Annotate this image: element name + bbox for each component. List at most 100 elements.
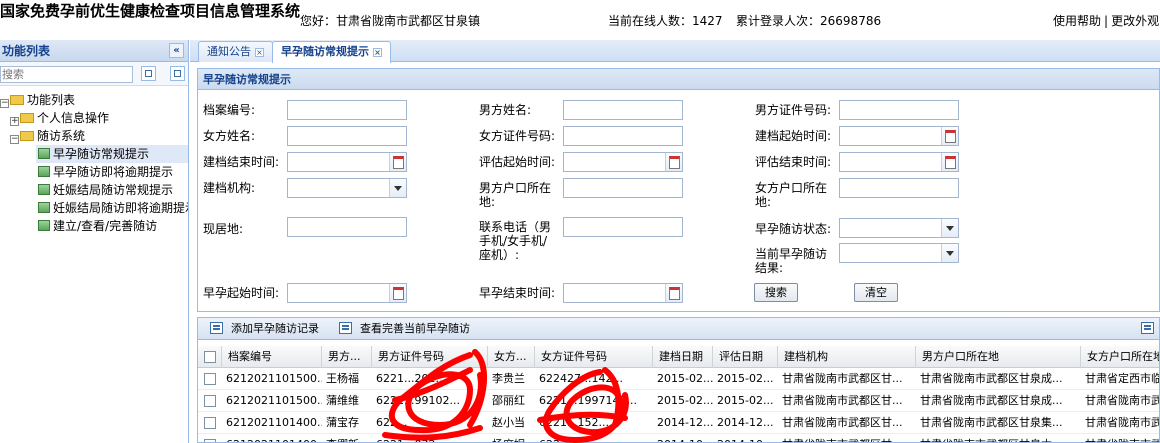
login-count-text: 累计登录人次：26698786 <box>736 12 881 29</box>
tree-item-outcome-routine[interactable]: 妊娠结局随访常规提示 <box>38 181 173 199</box>
cell: 6212021101500... <box>226 394 322 407</box>
calendar-icon[interactable] <box>389 153 406 171</box>
header-checkbox-cell[interactable] <box>198 346 222 368</box>
cell: 甘肃省陇南市武 <box>1085 416 1160 429</box>
label-early-start: 早孕起始时间: <box>203 286 280 300</box>
chevron-down-icon[interactable] <box>941 219 958 237</box>
status-select[interactable] <box>839 218 959 238</box>
result-select[interactable] <box>839 243 959 263</box>
add-record-icon[interactable] <box>210 322 223 334</box>
help-link[interactable]: 使用帮助 <box>1053 14 1101 28</box>
calendar-icon[interactable] <box>389 284 406 302</box>
tree-item-early-overdue[interactable]: 早孕随访即将逾期提示 <box>38 163 173 181</box>
label-female-hukou: 女方户口所在地: <box>755 181 828 209</box>
tree-item-manage[interactable]: 建立/查看/完善随访 <box>38 217 157 235</box>
grid-page-icon <box>38 184 50 195</box>
label-file-end: 建档结束时间: <box>203 155 280 169</box>
cell: 赵小当 <box>492 416 525 429</box>
chevron-down-icon[interactable] <box>389 179 406 197</box>
row-checkbox[interactable] <box>204 417 216 429</box>
close-icon[interactable]: × <box>255 48 264 57</box>
col-header[interactable]: 男方... <box>322 346 372 368</box>
cell: 甘肃省陇南市武 <box>1081 434 1159 442</box>
row-checkbox[interactable] <box>204 373 216 385</box>
cell: 2015-02... <box>657 394 713 407</box>
minus-toggle-icon[interactable]: − <box>10 135 19 144</box>
close-icon[interactable]: × <box>373 48 382 57</box>
col-header[interactable]: 建档日期 <box>653 346 713 368</box>
residence-input[interactable] <box>287 217 407 237</box>
sidebar-header: 功能列表 « <box>0 40 188 62</box>
table-row[interactable]: 6212021101500... 蒲维维 6221...99102... 邵丽红… <box>198 390 1159 412</box>
list-icon[interactable] <box>170 66 185 81</box>
clear-button[interactable]: 清空 <box>854 283 898 302</box>
male-id-input[interactable] <box>839 100 959 120</box>
cell: 2015-02... <box>657 372 713 385</box>
sidebar-search-input[interactable] <box>0 66 133 83</box>
male-hukou-input[interactable] <box>563 178 683 198</box>
file-start-date-field[interactable] <box>839 126 959 146</box>
calendar-icon[interactable] <box>941 153 958 171</box>
calendar-icon[interactable] <box>665 284 682 302</box>
grid-page-icon <box>38 202 50 213</box>
phone-input[interactable] <box>563 217 683 237</box>
male-name-input[interactable] <box>563 100 683 120</box>
table-row[interactable]: 6212021101500... 王杨福 6221...202... 李贵兰 6… <box>198 368 1159 390</box>
add-record-button[interactable]: 添加早孕随访记录 <box>231 318 319 340</box>
col-header[interactable]: 男方证件号码 <box>372 346 488 368</box>
row-checkbox[interactable] <box>204 395 216 407</box>
tab-early-routine[interactable]: 早孕随访常规提示 × <box>272 41 391 63</box>
female-id-input[interactable] <box>563 126 683 146</box>
eval-start-date-field[interactable] <box>563 152 683 172</box>
early-end-date-field[interactable] <box>563 283 683 303</box>
file-end-date-field[interactable] <box>287 152 407 172</box>
tree-node-followup[interactable]: − 随访系统 <box>10 127 85 145</box>
tab-notice[interactable]: 通知公告 × <box>198 41 273 62</box>
plus-toggle-icon[interactable]: + <box>10 117 19 126</box>
tree-node-root[interactable]: − 功能列表 <box>0 91 75 109</box>
select-all-checkbox[interactable] <box>204 351 216 363</box>
label-result: 当前早孕随访结果: <box>755 247 828 275</box>
col-header[interactable]: 档案编号 <box>222 346 322 368</box>
cell: 6221...152... <box>539 416 609 429</box>
eval-end-date-field[interactable] <box>839 152 959 172</box>
view-record-icon[interactable] <box>339 322 352 334</box>
early-start-date-field[interactable] <box>287 283 407 303</box>
collapse-sidebar-button[interactable]: « <box>169 43 184 58</box>
change-skin-link[interactable]: 更改外观 <box>1111 14 1159 28</box>
expand-all-icon[interactable] <box>141 66 156 81</box>
calendar-icon[interactable] <box>665 153 682 171</box>
minus-toggle-icon[interactable]: − <box>0 99 9 108</box>
org-select[interactable] <box>287 178 407 198</box>
col-header[interactable]: 女方户口所在地 <box>1081 346 1159 368</box>
table-row[interactable]: 6212021101400... 蒲宝存 622... 赵小当 6221...1… <box>198 412 1160 434</box>
tree-node-personal[interactable]: + 个人信息操作 <box>10 109 109 127</box>
calendar-icon[interactable] <box>941 127 958 145</box>
file-no-input[interactable] <box>287 100 407 120</box>
view-record-button[interactable]: 查看完善当前早孕随访 <box>360 318 470 340</box>
grid-settings-icon[interactable] <box>1141 322 1154 334</box>
folder-icon <box>20 131 34 141</box>
sidebar: 功能列表 « − 功能列表 + 个人信息操作 − 随访系统 早孕随访常规提示 早孕随访… <box>0 40 189 443</box>
header-separator: | <box>1104 14 1109 28</box>
tree-item-early-routine[interactable]: 早孕随访常规提示 <box>38 145 149 163</box>
female-hukou-input[interactable] <box>839 178 959 198</box>
grid-toolbar: 添加早孕随访记录 查看完善当前早孕随访 <box>198 318 1159 340</box>
tree-node-label: 功能列表 <box>27 93 76 107</box>
chevron-down-icon[interactable] <box>941 244 958 262</box>
female-name-input[interactable] <box>287 126 407 146</box>
col-header[interactable]: 评估日期 <box>713 346 778 368</box>
label-phone: 联系电话（男手机/女手机/座机）: <box>479 220 552 262</box>
row-checkbox[interactable] <box>204 439 216 442</box>
col-header[interactable]: 女方... <box>488 346 535 368</box>
cell: 甘肃省陇南市武都区甘泉成... <box>920 372 1063 385</box>
col-header[interactable]: 男方户口所在地 <box>916 346 1081 368</box>
col-header[interactable]: 女方证件号码 <box>535 346 653 368</box>
label-status: 早孕随访状态: <box>755 222 832 236</box>
col-header[interactable]: 建档机构 <box>778 346 916 368</box>
grid-page-icon <box>38 148 50 159</box>
table-row[interactable]: 6212021101400... 李卿新 6221...032... 杨席妮 6… <box>198 434 1159 442</box>
tree-item-outcome-overdue[interactable]: 妊娠结局随访即将逾期提示 <box>38 199 188 217</box>
label-male-id: 男方证件号码: <box>755 103 832 117</box>
search-button[interactable]: 搜索 <box>754 283 798 302</box>
